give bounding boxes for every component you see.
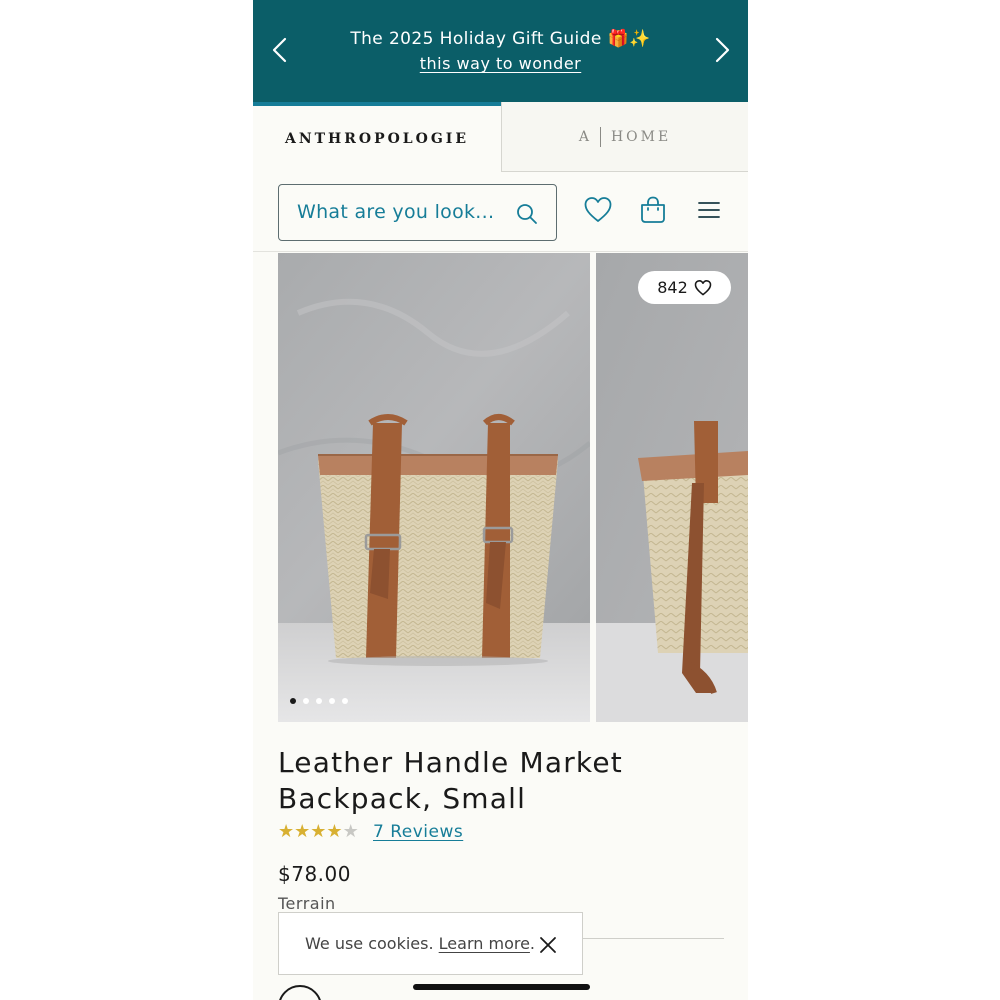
carousel-dot-active[interactable] xyxy=(290,698,296,704)
reviews-link[interactable]: 7 Reviews xyxy=(373,822,463,842)
product-brand[interactable]: Terrain xyxy=(278,894,336,913)
carousel-dot[interactable] xyxy=(342,698,348,704)
star-empty-icon: ★ xyxy=(342,821,359,842)
star-icon: ★ xyxy=(326,821,343,842)
tab-anthropologie[interactable]: ANTHROPOLOGIE xyxy=(253,102,501,172)
cookie-text: We use cookies. Learn more. xyxy=(305,934,535,953)
cookie-banner: We use cookies. Learn more. xyxy=(278,912,583,975)
carousel-dot[interactable] xyxy=(303,698,309,704)
search-input[interactable]: What are you look... xyxy=(278,184,557,241)
tab-home-separator xyxy=(599,126,601,147)
close-icon[interactable] xyxy=(537,934,559,956)
tab-home[interactable]: A HOME xyxy=(501,102,748,172)
search-icon[interactable] xyxy=(515,202,539,226)
product-price: $78.00 xyxy=(278,862,351,886)
menu-icon[interactable] xyxy=(694,195,724,225)
search-placeholder: What are you look... xyxy=(297,201,495,223)
carousel-dots xyxy=(290,698,348,704)
tab-home-label: HOME xyxy=(610,128,672,145)
product-image-main[interactable] xyxy=(278,253,590,722)
product-image-secondary[interactable] xyxy=(596,253,748,722)
promo-title: The 2025 Holiday Gift Guide 🎁✨ xyxy=(350,29,651,49)
product-photo-basket-front xyxy=(278,253,590,722)
cookie-message: We use cookies. xyxy=(305,934,434,953)
star-rating[interactable]: ★ ★ ★ ★ ★ xyxy=(278,822,359,842)
tab-home-prefix: A xyxy=(578,128,592,145)
tab-anthropologie-label: ANTHROPOLOGIE xyxy=(284,131,470,147)
shopping-bag-icon[interactable] xyxy=(638,195,668,225)
header-divider xyxy=(253,251,748,252)
home-indicator[interactable] xyxy=(413,984,590,990)
color-swatch[interactable] xyxy=(278,985,322,1000)
brand-tabs: ANTHROPOLOGIE A HOME xyxy=(253,102,748,172)
cookie-learn-more-link[interactable]: Learn more xyxy=(439,934,530,953)
chevron-right-icon[interactable] xyxy=(707,36,735,64)
star-icon: ★ xyxy=(278,821,295,842)
carousel-dot[interactable] xyxy=(329,698,335,704)
cookie-suffix: . xyxy=(529,934,536,953)
star-icon: ★ xyxy=(294,821,311,842)
favorites-count-button[interactable]: 842 xyxy=(638,271,731,304)
product-photo-basket-side xyxy=(596,253,748,722)
carousel-dot[interactable] xyxy=(316,698,322,704)
product-page: The 2025 Holiday Gift Guide 🎁✨ this way … xyxy=(253,0,748,1000)
star-icon: ★ xyxy=(310,821,327,842)
heart-icon xyxy=(694,279,712,295)
promo-banner: The 2025 Holiday Gift Guide 🎁✨ this way … xyxy=(253,0,748,102)
favorites-count: 842 xyxy=(657,278,688,297)
product-title: Leather Handle Market Backpack, Small xyxy=(278,746,623,815)
promo-link[interactable]: this way to wonder xyxy=(253,54,748,73)
wishlist-heart-icon[interactable] xyxy=(583,195,613,225)
